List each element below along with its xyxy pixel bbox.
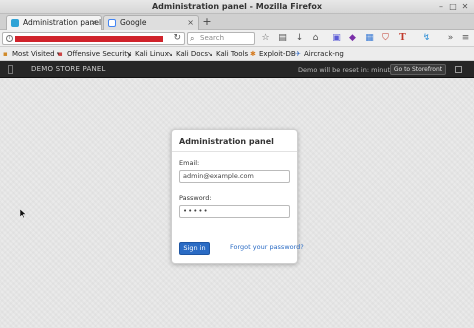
login-panel-header: Administration panel: [172, 130, 297, 152]
dragon-icon: ↘: [207, 50, 213, 58]
shield-icon[interactable]: ⛉: [380, 33, 391, 44]
store-brand: DEMO STORE PANEL: [31, 65, 106, 73]
go-to-storefront-button[interactable]: Go to Storefront: [390, 64, 446, 75]
tab-close-icon[interactable]: ×: [187, 16, 194, 29]
page-content: Administration panel Email: admin@exampl…: [0, 78, 474, 328]
sign-in-button[interactable]: Sign in: [179, 242, 210, 255]
tab-google[interactable]: Google ×: [103, 15, 199, 30]
maximize-icon[interactable]: □: [448, 2, 458, 12]
bookmark-star-icon[interactable]: ☆: [260, 33, 271, 44]
library-icon[interactable]: ▤: [277, 33, 288, 44]
google-favicon-icon: [108, 19, 116, 27]
search-icon: ⌕: [190, 34, 195, 43]
tab-label: Google: [120, 18, 147, 27]
extension-grid-icon[interactable]: ▦: [364, 33, 375, 44]
bug-icon: ✱: [250, 50, 256, 58]
bookmark-aircrack-ng[interactable]: ✈ Aircrack-ng: [295, 49, 344, 59]
expand-icon[interactable]: [455, 66, 462, 73]
navigation-bar: i ↻ ⌕ Search ☆ ▤ ↓ ⌂ ▣ ◆ ▦ ⛉ T ↯ » ≡: [0, 30, 474, 47]
dragon-icon: ↘: [126, 50, 132, 58]
tab-strip: Administration panel × Google × +: [0, 14, 474, 30]
email-field[interactable]: admin@example.com: [179, 170, 290, 183]
extension-arrow-icon[interactable]: ↯: [421, 33, 432, 44]
menu-icon[interactable]: ≡: [460, 33, 471, 44]
forgot-password-link[interactable]: Forgot your password?: [230, 243, 304, 251]
bookmark-exploit-db[interactable]: ✱ Exploit-DB: [250, 49, 296, 59]
panel-grip-icon[interactable]: [8, 65, 13, 74]
demo-store-bar: DEMO STORE PANEL Demo will be reset in: …: [0, 61, 474, 78]
bookmark-offensive-security[interactable]: ▪ Offensive Security: [58, 49, 131, 59]
gear-icon: ▪: [3, 50, 8, 58]
search-placeholder: Search: [200, 34, 225, 42]
site-info-icon[interactable]: i: [6, 35, 13, 42]
url-redacted: [15, 36, 163, 42]
mouse-cursor-icon: [20, 209, 26, 218]
bookmark-kali-docs[interactable]: ↘ Kali Docs: [167, 49, 208, 59]
download-icon[interactable]: ↓: [294, 33, 305, 44]
bookmark-kali-tools[interactable]: ↘ Kali Tools: [207, 49, 248, 59]
new-tab-button[interactable]: +: [200, 15, 214, 29]
dragon-icon: ↘: [167, 50, 173, 58]
password-label: Password:: [179, 194, 212, 202]
login-title: Administration panel: [179, 137, 274, 146]
tab-administration-panel[interactable]: Administration panel ×: [6, 15, 102, 30]
tab-close-icon[interactable]: ×: [90, 16, 97, 29]
url-bar[interactable]: i ↻: [2, 32, 185, 45]
extension-icon[interactable]: ▣: [331, 33, 342, 44]
email-label: Email:: [179, 159, 200, 167]
text-tool-icon[interactable]: T: [397, 33, 408, 44]
home-icon[interactable]: ⌂: [310, 33, 321, 44]
aircrack-icon: ✈: [295, 50, 301, 58]
store-favicon-icon: [11, 19, 19, 27]
extension-badge-icon[interactable]: ◆: [347, 33, 358, 44]
password-field[interactable]: •••••: [179, 205, 290, 218]
overflow-icon[interactable]: »: [445, 33, 456, 44]
bookmark-most-visited[interactable]: ▪ Most Visited ▾: [3, 49, 60, 59]
folder-icon: ▪: [58, 50, 63, 58]
login-panel: Administration panel Email: admin@exampl…: [171, 129, 304, 264]
bookmarks-toolbar: ▪ Most Visited ▾ ▪ Offensive Security ↘ …: [0, 47, 474, 61]
window-title: Administration panel - Mozilla Firefox: [151, 2, 323, 11]
bookmark-kali-linux[interactable]: ↘ Kali Linux: [126, 49, 169, 59]
minimize-icon[interactable]: –: [436, 2, 446, 12]
reset-notice: Demo will be reset in: minute(s): [298, 66, 403, 74]
reload-icon[interactable]: ↻: [173, 33, 181, 43]
window-titlebar: Administration panel - Mozilla Firefox –…: [0, 0, 474, 14]
close-window-icon[interactable]: ✕: [460, 2, 470, 12]
search-input[interactable]: ⌕ Search: [187, 32, 255, 45]
